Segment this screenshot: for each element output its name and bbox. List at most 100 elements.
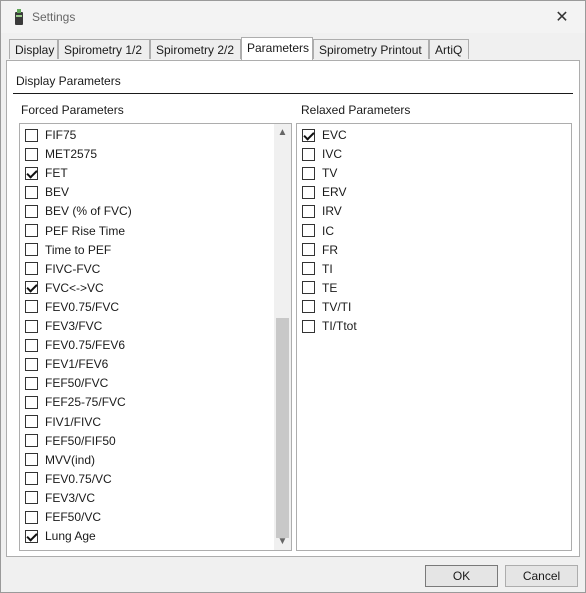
forced-parameter-item[interactable]: FVC<->VC	[25, 279, 104, 297]
checkbox[interactable]	[302, 128, 315, 142]
forced-parameter-item[interactable]: Lung Age	[25, 527, 96, 545]
relaxed-parameter-item[interactable]: TV	[302, 164, 337, 182]
checkbox[interactable]	[25, 434, 38, 448]
forced-parameter-item[interactable]: FIVC-FVC	[25, 260, 100, 278]
forced-parameter-item[interactable]: Time to PEF	[25, 241, 111, 259]
forced-parameter-item-label: FEV3/FVC	[45, 319, 103, 333]
checkbox[interactable]	[302, 281, 315, 295]
forced-parameter-item[interactable]: FEV0.75/FVC	[25, 298, 119, 316]
checkbox[interactable]	[302, 185, 315, 199]
checkbox[interactable]	[25, 204, 38, 218]
forced-parameter-item[interactable]: MET2575	[25, 145, 97, 163]
relaxed-parameters-label: Relaxed Parameters	[301, 103, 411, 117]
ok-button[interactable]: OK	[425, 565, 498, 587]
forced-parameter-item[interactable]: FEV0.75/FEV6	[25, 336, 125, 354]
forced-parameters-label: Forced Parameters	[21, 103, 124, 117]
checkbox[interactable]	[302, 147, 315, 161]
checkbox[interactable]	[302, 224, 315, 237]
forced-parameter-item[interactable]: FIF75	[25, 126, 76, 144]
forced-parameter-item-label: FVC<->VC	[45, 280, 104, 295]
checkbox[interactable]	[25, 529, 38, 543]
checkbox[interactable]	[302, 319, 315, 333]
relaxed-parameter-item-label: IVC	[322, 147, 343, 162]
forced-parameter-item-label: MET2575	[45, 147, 98, 162]
checkbox[interactable]	[25, 376, 38, 390]
relaxed-parameter-item[interactable]: IVC	[302, 145, 342, 163]
checkbox[interactable]	[302, 243, 315, 257]
tab-spirometry-printout[interactable]: Spirometry Printout	[313, 39, 429, 59]
relaxed-parameter-item[interactable]: IRV	[302, 202, 342, 220]
forced-parameter-item[interactable]: FEF50/FIF50	[25, 432, 116, 450]
relaxed-parameters-list[interactable]: EVC IVC TV ERV IRV IC FR TI TE TV/TI TI/Ttot	[296, 123, 572, 551]
tab-parameters[interactable]: Parameters	[241, 37, 313, 60]
forced-parameter-item-label: FEF50/FVC	[45, 376, 109, 391]
tab-artiq[interactable]: ArtiQ	[429, 39, 469, 59]
checkbox[interactable]	[302, 204, 315, 218]
checkbox[interactable]	[25, 262, 38, 276]
forced-parameter-item[interactable]: FEV3/VC	[25, 489, 95, 507]
relaxed-parameter-item-label: TV/TI	[322, 299, 352, 314]
forced-parameter-item[interactable]: BEV	[25, 183, 69, 201]
settings-window: Settings ✕ Display Spirometry 1/2 Spirom…	[0, 0, 586, 593]
checkbox[interactable]	[25, 319, 38, 333]
forced-parameters-list[interactable]: ▲ ▼ FIF75 MET2575 FET BEV BEV (% of FVC) PEF …	[19, 123, 292, 551]
tab-spirometry-2-2[interactable]: Spirometry 2/2	[150, 39, 241, 59]
checkbox[interactable]	[25, 224, 38, 237]
forced-parameter-item[interactable]: FEV3/FVC	[25, 317, 102, 335]
forced-list-scrollbar[interactable]: ▲ ▼	[274, 124, 291, 550]
forced-parameter-item[interactable]: FEF50/FVC	[25, 374, 108, 392]
forced-parameter-item[interactable]: BEV (% of FVC)	[25, 202, 132, 220]
forced-parameter-item-label: BEV	[45, 185, 70, 200]
checkbox[interactable]	[25, 243, 38, 257]
checkbox[interactable]	[25, 300, 38, 314]
relaxed-parameter-item[interactable]: EVC	[302, 126, 347, 144]
relaxed-parameter-item[interactable]: FR	[302, 241, 338, 259]
checkbox[interactable]	[25, 453, 38, 467]
relaxed-parameter-item[interactable]: TE	[302, 279, 337, 297]
forced-parameter-item[interactable]: PEF Rise Time	[25, 222, 125, 240]
forced-parameter-item-label: FEV3/VC	[45, 490, 96, 505]
chevron-down-icon[interactable]: ▼	[274, 533, 291, 550]
checkbox[interactable]	[25, 147, 38, 161]
tab-spirometry-1-2[interactable]: Spirometry 1/2	[58, 39, 150, 59]
checkbox[interactable]	[25, 357, 38, 371]
relaxed-parameter-item[interactable]: ERV	[302, 183, 346, 201]
relaxed-parameter-item[interactable]: TV/TI	[302, 298, 351, 316]
forced-parameter-item[interactable]: MVV(ind)	[25, 451, 95, 469]
chevron-up-icon[interactable]: ▲	[274, 124, 291, 141]
relaxed-parameter-item[interactable]: IC	[302, 222, 334, 240]
cancel-button[interactable]: Cancel	[505, 565, 578, 587]
forced-parameter-item[interactable]: FEF25-75/FVC	[25, 393, 126, 411]
forced-parameter-item-label: FEF25-75/FVC	[45, 395, 126, 410]
forced-parameter-item[interactable]: FEV0.75/VC	[25, 470, 112, 488]
checkbox[interactable]	[25, 338, 38, 352]
checkbox[interactable]	[25, 281, 38, 295]
checkbox[interactable]	[25, 510, 38, 524]
tab-display[interactable]: Display	[9, 39, 58, 59]
checkbox[interactable]	[25, 472, 38, 486]
forced-parameter-item[interactable]: FET	[25, 164, 68, 182]
relaxed-parameter-item-label: ERV	[322, 185, 347, 200]
forced-parameter-item[interactable]: FEV1/FEV6	[25, 355, 108, 373]
checkbox[interactable]	[25, 395, 38, 409]
title-bar: Settings ✕	[1, 1, 585, 33]
forced-parameter-item[interactable]: FEF50/VC	[25, 508, 101, 526]
checkbox[interactable]	[25, 185, 38, 199]
checkbox[interactable]	[25, 128, 38, 142]
close-icon: ✕	[555, 9, 569, 26]
forced-parameter-item-label: FEF50/FIF50	[45, 433, 116, 448]
relaxed-parameter-item[interactable]: TI/Ttot	[302, 317, 357, 335]
relaxed-parameter-item-label: TE	[322, 280, 338, 295]
relaxed-parameter-item[interactable]: TI	[302, 260, 333, 278]
forced-parameter-item-label: PEF Rise Time	[45, 223, 126, 238]
checkbox[interactable]	[302, 166, 315, 180]
checkbox[interactable]	[25, 491, 38, 505]
relaxed-parameter-item-label: TI	[322, 261, 333, 276]
scrollbar-thumb[interactable]	[276, 318, 289, 538]
checkbox[interactable]	[302, 262, 315, 276]
close-button[interactable]: ✕	[539, 1, 585, 33]
checkbox[interactable]	[302, 300, 315, 314]
checkbox[interactable]	[25, 415, 38, 428]
checkbox[interactable]	[25, 166, 38, 180]
forced-parameter-item[interactable]: FIV1/FIVC	[25, 413, 101, 431]
